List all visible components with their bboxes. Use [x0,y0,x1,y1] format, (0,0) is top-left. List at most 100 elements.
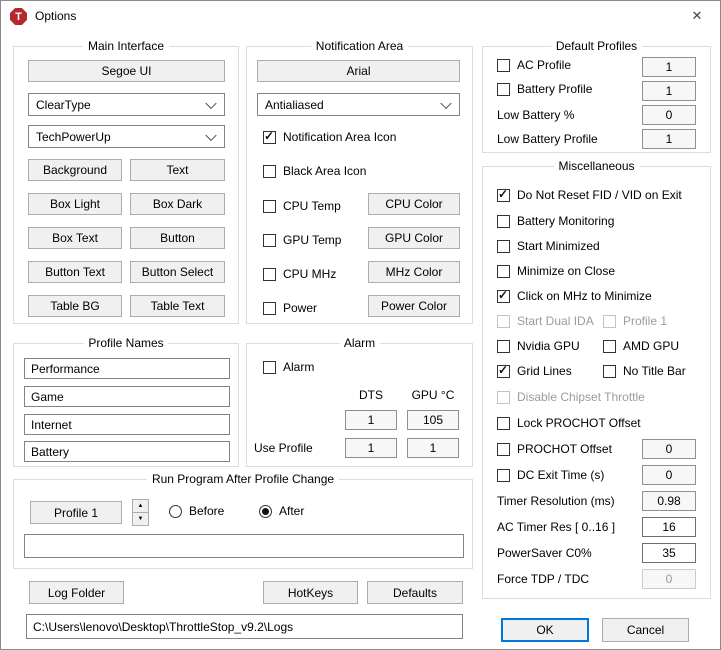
ac-profile-checkbox[interactable]: AC Profile [497,58,571,72]
checkbox[interactable] [497,340,510,353]
theme-dropdown[interactable]: TechPowerUp [28,125,225,148]
table-bg-color-button[interactable]: Table BG [28,295,122,317]
checkbox[interactable] [497,365,510,378]
battery-profile-checkbox[interactable]: Battery Profile [497,82,592,96]
checkbox[interactable] [497,290,510,303]
button-color-button[interactable]: Button [130,227,225,249]
radio-label: Before [189,504,224,518]
notification-font-button[interactable]: Arial [257,60,460,82]
checkbox[interactable] [497,469,510,482]
alarm-gpu-field[interactable]: 105 [407,410,459,430]
amd-gpu-checkbox[interactable]: AMD GPU [603,339,679,353]
checkbox-label: DC Exit Time (s) [517,468,604,482]
checkbox[interactable] [263,361,276,374]
ok-button[interactable]: OK [501,618,589,642]
main-font-button[interactable]: Segoe UI [28,60,225,82]
notification-area-group: Notification Area Arial Antialiased Noti… [246,46,473,324]
battery-monitoring-checkbox[interactable]: Battery Monitoring [497,214,614,228]
black-area-icon-checkbox[interactable]: Black Area Icon [263,164,366,178]
table-text-color-button[interactable]: Table Text [130,295,225,317]
checkbox [497,391,510,404]
powersaver-c0-field[interactable]: 35 [642,543,696,563]
checkbox[interactable] [603,340,616,353]
box-text-color-button[interactable]: Box Text [28,227,122,249]
checkbox[interactable] [497,240,510,253]
defaults-button[interactable]: Defaults [367,581,463,604]
battery-profile-field[interactable]: 1 [642,81,696,101]
checkbox[interactable] [263,302,276,315]
do-not-reset-fid-vid-checkbox[interactable]: Do Not Reset FID / VID on Exit [497,188,682,202]
checkbox[interactable] [263,131,276,144]
lock-prochot-offset-checkbox[interactable]: Lock PROCHOT Offset [497,416,641,430]
alarm-dts-field[interactable]: 1 [345,410,397,430]
power-checkbox[interactable]: Power [263,301,317,315]
no-title-bar-checkbox[interactable]: No Title Bar [603,364,686,378]
start-dual-ida-checkbox: Start Dual IDA [497,314,594,328]
use-profile-dts-field[interactable]: 1 [345,438,397,458]
hotkeys-button[interactable]: HotKeys [263,581,358,604]
gpu-color-button[interactable]: GPU Color [368,227,460,249]
cpu-temp-checkbox[interactable]: CPU Temp [263,199,341,213]
ac-profile-field[interactable]: 1 [642,57,696,77]
click-mhz-minimize-checkbox[interactable]: Click on MHz to Minimize [497,289,652,303]
log-folder-button[interactable]: Log Folder [29,581,124,604]
gpu-temp-checkbox[interactable]: GPU Temp [263,233,341,247]
cpu-color-button[interactable]: CPU Color [368,193,460,215]
use-profile-gpu-field[interactable]: 1 [407,438,459,458]
box-dark-color-button[interactable]: Box Dark [130,193,225,215]
grid-lines-checkbox[interactable]: Grid Lines [497,364,572,378]
run-program-command-input[interactable] [24,534,464,558]
log-path-field[interactable] [26,614,463,639]
font-smoothing-dropdown[interactable]: ClearType [28,93,225,116]
checkbox[interactable] [497,265,510,278]
low-battery-profile-field[interactable]: 1 [642,129,696,149]
prochot-offset-checkbox[interactable]: PROCHOT Offset [497,442,612,456]
checkbox[interactable] [263,234,276,247]
mhz-color-button[interactable]: MHz Color [368,261,460,283]
checkbox[interactable] [497,83,510,96]
spin-up-icon[interactable]: ▲ [132,499,149,513]
prochot-offset-field[interactable]: 0 [642,439,696,459]
before-radio[interactable]: Before [169,504,224,518]
checkbox[interactable] [497,189,510,202]
checkbox[interactable] [263,165,276,178]
checkbox-label: Grid Lines [517,364,572,378]
nvidia-gpu-checkbox[interactable]: Nvidia GPU [497,339,580,353]
checkbox[interactable] [263,200,276,213]
profile-name-4-input[interactable] [24,441,230,462]
start-minimized-checkbox[interactable]: Start Minimized [497,239,600,253]
power-color-button[interactable]: Power Color [368,295,460,317]
dc-exit-time-checkbox[interactable]: DC Exit Time (s) [497,468,604,482]
checkbox[interactable] [497,59,510,72]
checkbox[interactable] [263,268,276,281]
checkbox[interactable] [603,365,616,378]
after-radio[interactable]: After [259,504,304,518]
alarm-checkbox[interactable]: Alarm [263,360,314,374]
background-color-button[interactable]: Background [28,159,122,181]
cpu-mhz-checkbox[interactable]: CPU MHz [263,267,336,281]
checkbox[interactable] [497,215,510,228]
button-select-color-button[interactable]: Button Select [130,261,225,283]
radio-button[interactable] [259,505,272,518]
checkbox[interactable] [497,443,510,456]
profile-name-2-input[interactable] [24,386,230,407]
antialiasing-dropdown[interactable]: Antialiased [257,93,460,116]
button-text-color-button[interactable]: Button Text [28,261,122,283]
checkbox-label: Black Area Icon [283,164,366,178]
notification-area-icon-checkbox[interactable]: Notification Area Icon [263,130,396,144]
ac-timer-res-field[interactable]: 16 [642,517,696,537]
dc-exit-time-field[interactable]: 0 [642,465,696,485]
run-program-profile-button[interactable]: Profile 1 [30,501,122,524]
profile-name-3-input[interactable] [24,414,230,435]
radio-button[interactable] [169,505,182,518]
spin-down-icon[interactable]: ▼ [132,512,149,526]
checkbox[interactable] [497,417,510,430]
cancel-button[interactable]: Cancel [602,618,689,642]
box-light-color-button[interactable]: Box Light [28,193,122,215]
text-color-button[interactable]: Text [130,159,225,181]
window-title: Options [35,9,76,23]
profile-name-1-input[interactable] [24,358,230,379]
close-icon[interactable]: ✕ [674,1,720,31]
low-battery-pct-field[interactable]: 0 [642,105,696,125]
minimize-on-close-checkbox[interactable]: Minimize on Close [497,264,615,278]
